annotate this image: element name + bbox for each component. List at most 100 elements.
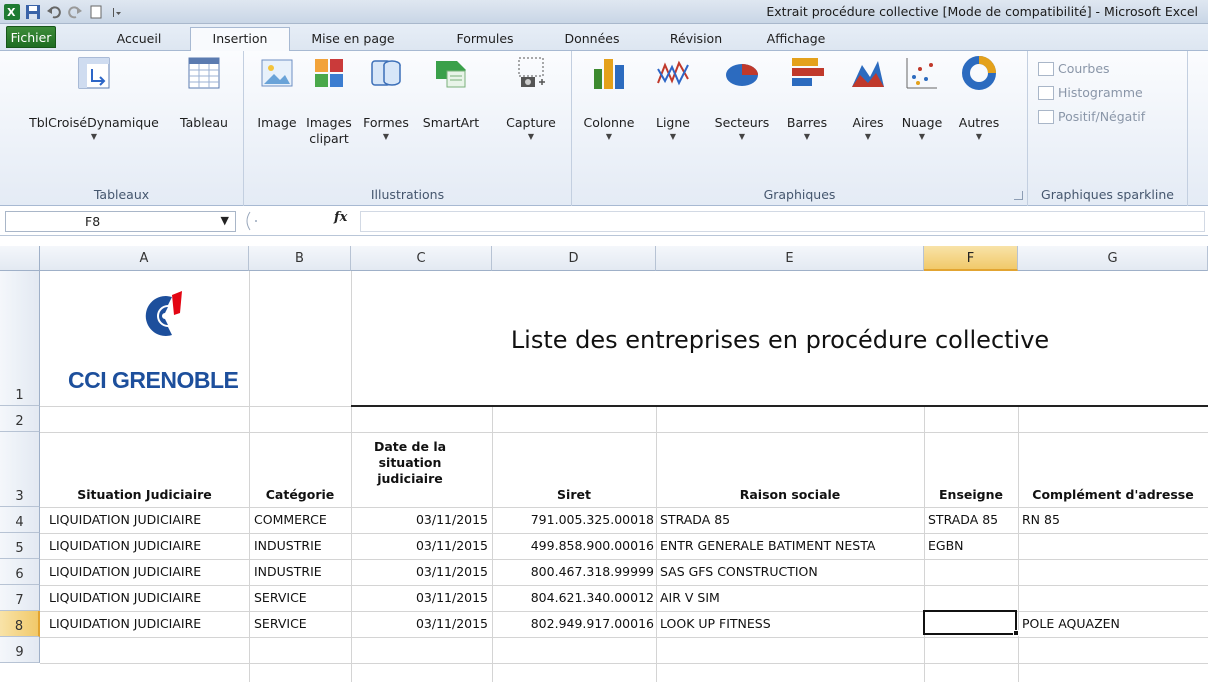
customize-qat-icon[interactable] xyxy=(109,4,125,20)
ribbon-insertion: TblCroiséDynamique ▼ Tableau Tableaux Im… xyxy=(0,51,1208,206)
shapes-button[interactable]: Formes ▼ xyxy=(358,55,414,143)
row-header-7[interactable]: 7 xyxy=(0,585,40,611)
cell-siret[interactable]: 804.621.340.00012 xyxy=(492,590,654,606)
cell-categorie[interactable]: INDUSTRIE xyxy=(254,538,322,554)
cell-raison-sociale[interactable]: SAS GFS CONSTRUCTION xyxy=(660,564,818,580)
insert-function-button[interactable]: fx xyxy=(334,210,347,225)
column-header-f[interactable]: F xyxy=(924,246,1018,271)
cell-situation[interactable]: LIQUIDATION JUDICIAIRE xyxy=(49,564,201,580)
tab-fichier[interactable]: Fichier xyxy=(6,26,56,48)
group-label-sparklines: Graphiques sparkline xyxy=(1041,187,1174,202)
tab-affichage[interactable]: Affichage xyxy=(756,28,836,50)
cell-siret[interactable]: 802.949.917.00016 xyxy=(492,616,654,632)
tab-formules[interactable]: Formules xyxy=(444,28,526,50)
cell-categorie[interactable]: SERVICE xyxy=(254,616,307,632)
shapes-label: Formes xyxy=(363,115,409,130)
fill-handle[interactable] xyxy=(1013,630,1019,636)
other-charts-button[interactable]: Autres ▼ xyxy=(952,55,1006,143)
undo-icon[interactable] xyxy=(46,4,62,20)
line-chart-label: Ligne xyxy=(656,115,690,130)
table-button[interactable]: Tableau xyxy=(174,55,234,131)
tab-revision[interactable]: Révision xyxy=(656,28,736,50)
pie-chart-button[interactable]: Secteurs ▼ xyxy=(706,55,778,143)
row-header-9[interactable]: 9 xyxy=(0,637,40,663)
chevron-down-icon: ▼ xyxy=(527,132,535,141)
column-header-d[interactable]: D xyxy=(492,246,656,271)
new-document-icon[interactable] xyxy=(88,4,104,20)
row-header-2[interactable]: 2 xyxy=(0,406,40,432)
tab-mise-en-page[interactable]: Mise en page xyxy=(308,28,398,50)
chevron-down-icon[interactable]: ▼ xyxy=(221,214,229,227)
cell-siret[interactable]: 791.005.325.00018 xyxy=(492,512,654,528)
name-box[interactable]: F8 ▼ xyxy=(5,211,236,232)
column-header-g[interactable]: G xyxy=(1018,246,1208,271)
tab-accueil[interactable]: Accueil xyxy=(104,28,174,50)
cell-situation[interactable]: LIQUIDATION JUDICIAIRE xyxy=(49,512,201,528)
dialog-launcher-icon[interactable] xyxy=(1014,191,1023,200)
bar-chart-button[interactable]: Barres ▼ xyxy=(778,55,836,143)
cell-complement[interactable]: RN 85 xyxy=(1022,512,1060,528)
pivot-table-button[interactable]: TblCroiséDynamique ▼ xyxy=(24,55,164,143)
header-situation[interactable]: Situation Judiciaire xyxy=(40,487,249,503)
image-button[interactable]: Image xyxy=(254,55,300,131)
cell-raison-sociale[interactable]: LOOK UP FITNESS xyxy=(660,616,771,632)
column-header-e[interactable]: E xyxy=(656,246,924,271)
column-header-c[interactable]: C xyxy=(351,246,492,271)
tab-donnees[interactable]: Données xyxy=(552,28,632,50)
header-raison-sociale[interactable]: Raison sociale xyxy=(656,487,924,503)
header-enseigne[interactable]: Enseigne xyxy=(924,487,1018,503)
cell-complement[interactable]: POLE AQUAZEN xyxy=(1022,616,1120,632)
sparkline-winloss-button[interactable]: Positif/Négatif xyxy=(1038,109,1145,124)
save-icon[interactable] xyxy=(25,4,41,20)
line-chart-button[interactable]: Ligne ▼ xyxy=(648,55,698,143)
tab-insertion[interactable]: Insertion xyxy=(190,27,290,51)
column-header-b[interactable]: B xyxy=(249,246,351,271)
cell-situation[interactable]: LIQUIDATION JUDICIAIRE xyxy=(49,538,201,554)
row-header-1[interactable]: 1 xyxy=(0,271,40,406)
cell-date[interactable]: 03/11/2015 xyxy=(351,564,488,580)
cell-raison-sociale[interactable]: AIR V SIM xyxy=(660,590,720,606)
row-header-8[interactable]: 8 xyxy=(0,611,40,637)
screenshot-button[interactable]: Capture ▼ xyxy=(498,55,564,143)
active-cell-f8[interactable] xyxy=(923,610,1017,635)
cell-siret[interactable]: 499.858.900.00016 xyxy=(492,538,654,554)
cell-siret[interactable]: 800.467.318.99999 xyxy=(492,564,654,580)
excel-app-icon[interactable]: X xyxy=(4,4,20,20)
cell-categorie[interactable]: INDUSTRIE xyxy=(254,564,322,580)
cell-raison-sociale[interactable]: ENTR GENERALE BATIMENT NESTA xyxy=(660,538,875,554)
cell-date[interactable]: 03/11/2015 xyxy=(351,538,488,554)
select-all-corner[interactable] xyxy=(0,246,40,271)
row-header-3[interactable]: 3 xyxy=(0,432,40,507)
cell-enseigne[interactable]: EGBN xyxy=(928,538,964,554)
cell-categorie[interactable]: SERVICE xyxy=(254,590,307,606)
scatter-chart-button[interactable]: Nuage ▼ xyxy=(898,55,946,143)
cell-enseigne[interactable]: STRADA 85 xyxy=(928,512,998,528)
pivot-table-label: TblCroiséDynamique xyxy=(29,115,159,130)
sparkline-column-button[interactable]: Histogramme xyxy=(1038,85,1143,100)
cell-categorie[interactable]: COMMERCE xyxy=(254,512,327,528)
cell-date[interactable]: 03/11/2015 xyxy=(351,512,488,528)
cell-situation[interactable]: LIQUIDATION JUDICIAIRE xyxy=(49,616,201,632)
row-header-5[interactable]: 5 xyxy=(0,533,40,559)
column-header-a[interactable]: A xyxy=(40,246,249,271)
row-header-6[interactable]: 6 xyxy=(0,559,40,585)
smartart-button[interactable]: SmartArt xyxy=(418,55,484,131)
cell-date[interactable]: 03/11/2015 xyxy=(351,590,488,606)
header-complement[interactable]: Complément d'adresse xyxy=(1018,487,1208,503)
header-siret[interactable]: Siret xyxy=(492,487,656,503)
formula-input[interactable] xyxy=(360,211,1205,232)
header-categorie[interactable]: Catégorie xyxy=(249,487,351,503)
image-label: Image xyxy=(257,115,297,130)
cell-date[interactable]: 03/11/2015 xyxy=(351,616,488,632)
sparkline-line-button[interactable]: Courbes xyxy=(1038,61,1110,76)
area-chart-button[interactable]: Aires ▼ xyxy=(844,55,892,143)
row-header-4[interactable]: 4 xyxy=(0,507,40,533)
cell-situation[interactable]: LIQUIDATION JUDICIAIRE xyxy=(49,590,201,606)
header-date[interactable]: Date de la situation judiciaire xyxy=(351,439,469,487)
clipart-button[interactable]: Images clipart xyxy=(304,55,354,147)
cell-raison-sociale[interactable]: STRADA 85 xyxy=(660,512,730,528)
column-chart-button[interactable]: Colonne ▼ xyxy=(578,55,640,143)
line-chart-icon xyxy=(657,60,689,86)
chevron-down-icon: ▼ xyxy=(918,132,926,141)
redo-icon[interactable] xyxy=(67,4,83,20)
